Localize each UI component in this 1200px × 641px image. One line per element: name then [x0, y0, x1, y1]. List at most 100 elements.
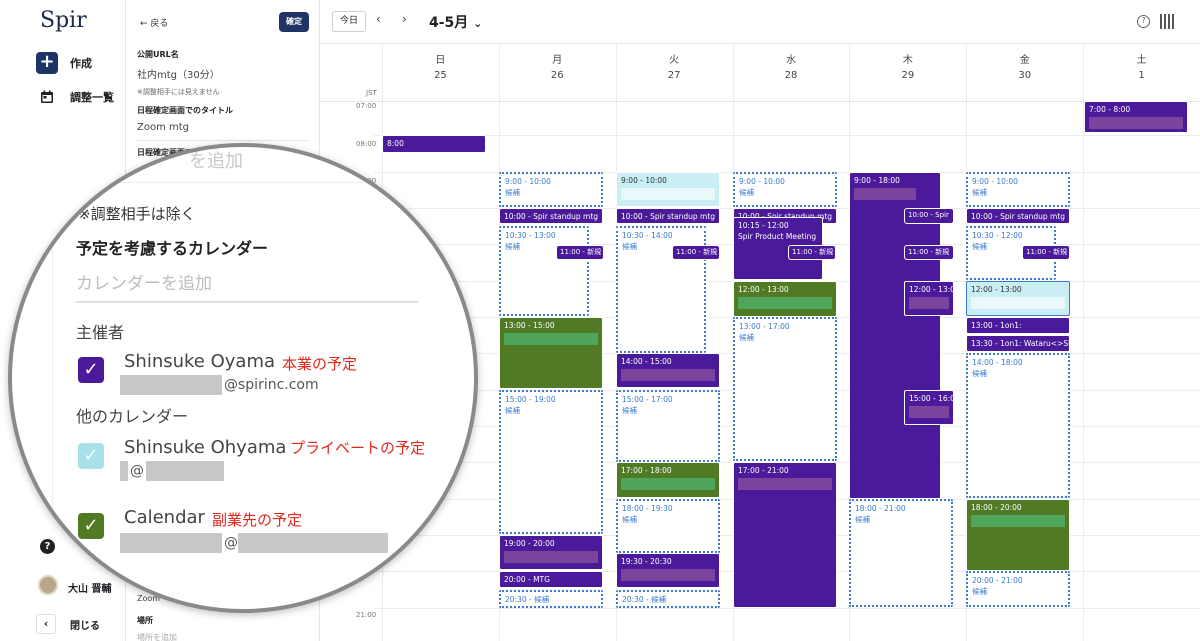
today-button[interactable]: 今日	[332, 11, 366, 32]
candidate-slot[interactable]: 20:30 - 候補	[499, 590, 603, 608]
chevron-down-icon: ⌄	[473, 17, 483, 30]
calendar-checkbox[interactable]: ✓	[78, 513, 104, 539]
exclude-note: ※調整相手は除く	[78, 205, 196, 223]
event[interactable]: 19:30 - 20:30	[616, 553, 720, 588]
candidate-slot[interactable]: 18:00 - 21:00 候補	[849, 499, 953, 607]
calendar-name: Calendar	[124, 507, 205, 528]
other-calendars-label: 他のカレンダー	[76, 407, 189, 426]
candidate-slot[interactable]: 14:00 - 18:00 候補	[966, 353, 1070, 498]
url-field[interactable]: 社内mtg（30分）	[137, 66, 220, 81]
divider	[137, 140, 309, 141]
day-header-tue[interactable]: 火 27	[616, 44, 733, 84]
candidate-slot[interactable]: 20:30 - 候補	[616, 590, 720, 608]
calendar-checkbox[interactable]: ✓	[78, 357, 104, 383]
candidate-slot[interactable]: 9:00 - 10:00 候補	[733, 172, 837, 207]
url-note: ※調整相手には見えません	[137, 88, 220, 96]
redacted-block	[120, 461, 128, 481]
time-label: 07:00	[356, 102, 377, 110]
day-header-sat[interactable]: 土1	[1083, 44, 1200, 84]
title-field[interactable]: Zoom mtg	[137, 122, 189, 133]
chevron-right-icon[interactable]: ›	[402, 12, 407, 26]
event[interactable]: 13:00 - 1on1:	[966, 317, 1070, 334]
event[interactable]: 15:00 - 16:00	[904, 390, 954, 425]
event[interactable]: 12:00 - 13:00	[733, 281, 837, 317]
consider-calendars-heading: 予定を考慮するカレンダー	[76, 239, 269, 258]
timezone-label: JST	[366, 89, 377, 97]
redacted-block	[238, 533, 388, 553]
candidate-slot[interactable]: 13:00 - 17:00 候補	[733, 317, 837, 461]
schedule-list-nav[interactable]: 調整一覧	[36, 86, 114, 108]
candidate-slot[interactable]: 20:00 - 21:00 候補	[966, 571, 1070, 607]
day-header-fri[interactable]: 金 30	[966, 44, 1083, 84]
candidate-slot[interactable]: 9:00 - 10:00 候補	[499, 172, 603, 207]
place-label: 場所	[137, 616, 153, 625]
event[interactable]: 13:30 - 1on1: Wataru<>Shin	[966, 335, 1070, 352]
chevron-left-icon: ‹	[36, 614, 56, 634]
event[interactable]: 10:00 - Spir standup mtg	[616, 208, 720, 224]
title-label: 日程確定画面でのタイトル	[137, 106, 233, 115]
day-header-mon[interactable]: 月 26	[499, 44, 616, 84]
event[interactable]: 7:00 - 8:00	[1084, 101, 1188, 133]
url-label: 公開URL名	[137, 50, 179, 59]
annotation: 本業の予定	[282, 355, 358, 373]
calendar-icon	[36, 86, 58, 108]
event[interactable]: 10:00 - Spir	[904, 208, 954, 224]
help-icon[interactable]: ?	[1137, 15, 1150, 28]
day-header-thu[interactable]: 木 29	[849, 44, 966, 84]
candidate-slot[interactable]: 18:00 - 19:30 候補	[616, 499, 720, 553]
event[interactable]: 10:00 - Spir standup mtg	[966, 208, 1070, 224]
add-calendar-input[interactable]: カレンダーを追加	[76, 269, 212, 294]
new-event-tag[interactable]: 11:00 - 新規	[904, 245, 954, 260]
calendar-email: @spirinc.com	[224, 377, 319, 393]
event[interactable]: 19:00 - 20:00	[499, 535, 603, 570]
event[interactable]: 20:00 - MTG	[499, 571, 603, 588]
divider	[52, 147, 53, 609]
plus-icon[interactable]: +	[36, 52, 58, 74]
chevron-left-icon[interactable]: ‹	[376, 12, 381, 26]
redacted-block	[120, 375, 222, 395]
event[interactable]: 12:00 - 13:00	[904, 281, 954, 316]
calendar-email: @	[224, 535, 238, 551]
faded-add-text: を追加	[189, 151, 243, 172]
calendar-name: Shinsuke Ohyama	[124, 437, 287, 458]
redacted-block	[146, 461, 224, 481]
day-header: 日 25 月 26 火 27 水 28 木 29 金 30 土1	[382, 44, 1200, 84]
event[interactable]: 17:00 - 18:00	[616, 462, 720, 498]
calendar-checkbox[interactable]: ✓	[78, 443, 104, 469]
event[interactable]: 14:00 - 15:00	[616, 353, 720, 388]
create-nav[interactable]: + 作成	[36, 52, 92, 74]
annotation: プライベートの予定	[290, 439, 426, 457]
candidate-slot[interactable]: 15:00 - 17:00 候補	[616, 390, 720, 462]
event[interactable]: 13:00 - 15:00	[499, 317, 603, 389]
schedule-list-label: 調整一覧	[70, 91, 114, 104]
redacted-block	[120, 533, 222, 553]
close-button[interactable]: ‹ 閉じる	[36, 614, 100, 634]
create-label: 作成	[70, 57, 92, 70]
day-header-wed[interactable]: 水 28	[733, 44, 850, 84]
event[interactable]: 9:00 - 10:00	[616, 172, 720, 207]
columns-icon[interactable]	[1160, 14, 1174, 29]
close-label: 閉じる	[70, 620, 100, 632]
time-label: 21:00	[356, 611, 377, 619]
back-link[interactable]: ← 戻る	[140, 16, 168, 29]
day-header-sun[interactable]: 日 25	[382, 44, 499, 84]
new-event-tag[interactable]: 11:00 - 新規	[556, 245, 604, 260]
calendar-grid[interactable]: 8:00 7:00 - 8:00 9:00 - 10:00 候補 10:00 - …	[374, 44, 1200, 641]
calendar-name: Shinsuke Oyama	[124, 351, 276, 372]
candidate-slot[interactable]: 15:00 - 19:00 候補	[499, 390, 603, 534]
candidate-slot[interactable]: 10:30 - 13:00 候補	[499, 226, 589, 316]
confirm-button[interactable]: 確定	[279, 12, 309, 32]
new-event-tag[interactable]: 11:00 - 新規	[672, 245, 720, 260]
new-event-tag[interactable]: 11:00 - 新規	[1022, 245, 1070, 260]
month-label: 4-5月	[429, 15, 469, 31]
event[interactable]: 10:00 - Spir standup mtg	[499, 208, 603, 224]
candidate-slot[interactable]: 9:00 - 10:00 候補	[966, 172, 1070, 207]
month-selector[interactable]: 4-5月 ⌄	[429, 12, 482, 32]
event[interactable]: 12:00 - 13:00	[966, 281, 1070, 316]
event[interactable]: 18:00 - 20:00	[966, 499, 1070, 571]
place-field[interactable]: 場所を追加	[137, 632, 177, 641]
annotation: 副業先の予定	[212, 511, 303, 529]
spir-logo[interactable]: Spir	[40, 8, 87, 33]
event[interactable]: 17:00 - 21:00	[733, 462, 837, 608]
new-event-tag[interactable]: 11:00 - 新規	[788, 245, 836, 260]
